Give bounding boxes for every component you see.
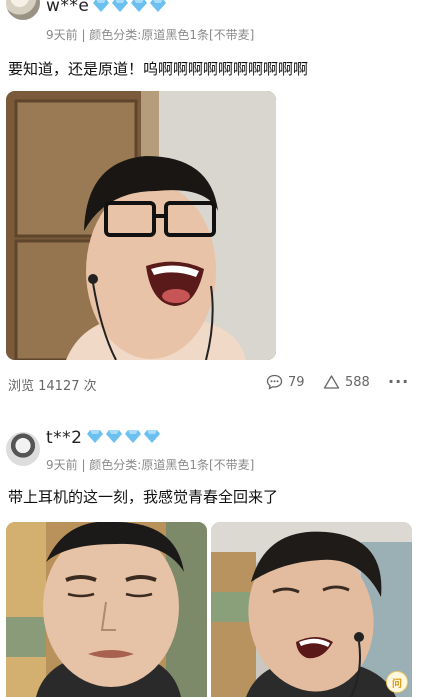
diamond-icon (106, 430, 122, 443)
user-avatar[interactable] (6, 0, 40, 20)
diamond-icon (125, 430, 141, 443)
diamond-icon (144, 430, 160, 443)
post-content: 要知道，还是原道！呜啊啊啊啊啊啊啊啊啊啊 (8, 60, 309, 78)
post-meta: 9天前 | 颜色分类:原道黑色1条[不带麦] (46, 458, 255, 472)
view-count: 浏览 14127 次 (8, 379, 97, 394)
comment-count: 79 (288, 374, 305, 390)
diamond-icon (87, 430, 103, 443)
username[interactable]: w**e (46, 0, 89, 16)
post-image[interactable] (6, 91, 276, 360)
like-count: 588 (345, 374, 370, 390)
member-level-badge (86, 429, 161, 444)
user-avatar[interactable] (6, 432, 40, 466)
more-icon[interactable]: ··· (388, 372, 409, 391)
comment-button[interactable]: 79 (266, 374, 305, 390)
diamond-icon (150, 0, 166, 12)
post-image[interactable] (211, 522, 412, 697)
post-content: 带上耳机的这一刻，我感觉青春全回来了 (8, 488, 279, 506)
post-meta: 9天前 | 颜色分类:原道黑色1条[不带麦] (46, 28, 255, 42)
comment-icon (266, 374, 283, 390)
diamond-icon (93, 0, 109, 12)
ask-question-button[interactable]: 问 (386, 671, 408, 693)
username[interactable]: t**2 (46, 428, 82, 448)
diamond-icon (131, 0, 147, 12)
diamond-icon (112, 0, 128, 12)
like-button[interactable]: 588 (323, 374, 370, 390)
post-image[interactable] (6, 522, 207, 697)
like-icon (323, 375, 340, 389)
member-level-badge (92, 0, 167, 13)
